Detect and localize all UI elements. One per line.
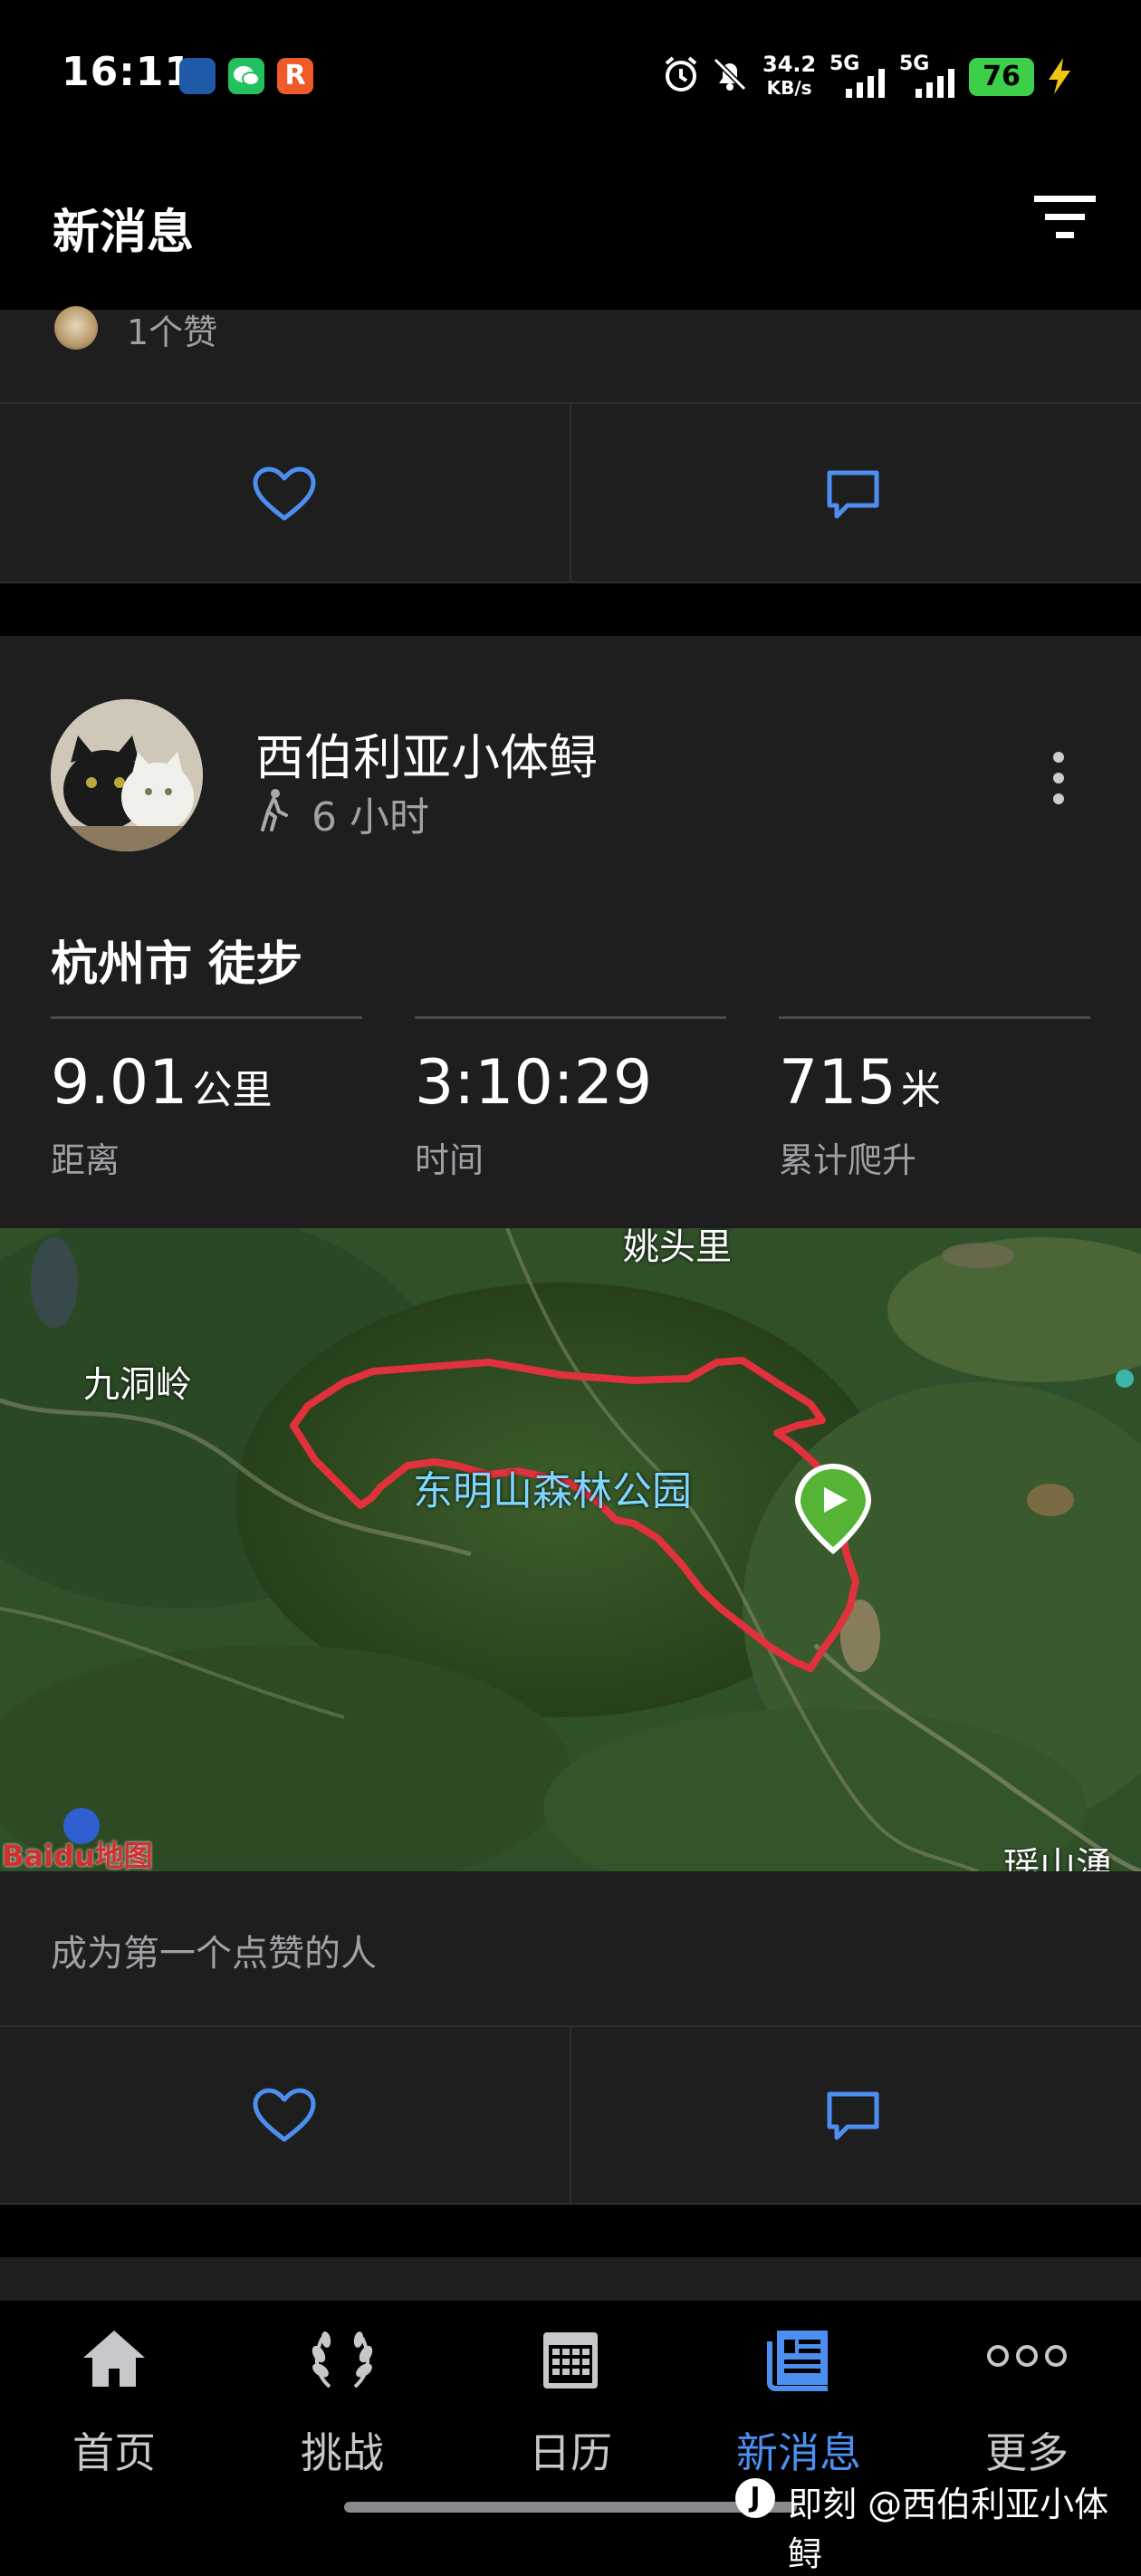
nav-newsfeed[interactable] xyxy=(685,2323,913,2399)
more-dots-icon xyxy=(987,2345,1067,2367)
stat-divider xyxy=(779,1016,1090,1019)
calendar-icon xyxy=(543,2332,598,2389)
stat-elevation: 715 米 xyxy=(779,1047,941,1119)
filter-icon[interactable] xyxy=(1032,192,1098,250)
alarm-icon xyxy=(659,53,703,100)
stat-value: 3:10:29 xyxy=(415,1047,653,1119)
stat-value: 9.01 xyxy=(51,1047,188,1119)
divider xyxy=(0,2203,1141,2205)
avatar[interactable] xyxy=(54,306,98,350)
author-avatar[interactable] xyxy=(51,699,203,851)
stat-time: 3:10:29 xyxy=(415,1047,652,1119)
like-prompt[interactable]: 成为第一个点赞的人 xyxy=(51,1924,377,1976)
home-indicator[interactable] xyxy=(344,2502,797,2513)
stat-value: 715 xyxy=(779,1047,896,1119)
next-activity-card xyxy=(0,2257,1141,2301)
more-options-icon[interactable] xyxy=(1041,748,1076,808)
home-icon xyxy=(83,2331,145,2387)
map-label: 九洞岭 xyxy=(83,1364,192,1406)
watermark: 即刻 @西伯利亚小体鲟 xyxy=(788,2485,1109,2574)
nav-home[interactable] xyxy=(0,2323,228,2399)
battery-icon: 76 xyxy=(969,58,1034,96)
nav-label[interactable]: 首页 xyxy=(0,2420,228,2480)
stat-unit: 米 xyxy=(900,1067,941,1113)
newsfeed-icon xyxy=(767,2331,828,2391)
signal-icon xyxy=(899,65,963,101)
hiking-icon xyxy=(259,788,292,835)
signal-icon xyxy=(829,65,893,101)
post-time: 6 小时 xyxy=(312,794,429,841)
stat-unit: 公里 xyxy=(192,1067,273,1113)
status-time: 16:11 xyxy=(62,49,194,95)
map-label-clipped: 瑶山湧 xyxy=(1003,1848,1112,1871)
map-label: 姚头里 xyxy=(623,1226,732,1268)
nav-label[interactable]: 日历 xyxy=(456,2420,685,2480)
wechat-icon xyxy=(228,58,264,94)
route-map[interactable] xyxy=(0,1228,1141,1871)
stat-divider xyxy=(415,1016,726,1019)
baidu-map-logo: Baidu地图 xyxy=(2,1839,153,1873)
charging-bolt-icon xyxy=(1043,56,1076,100)
app-r-icon: R xyxy=(277,58,313,94)
comment-button[interactable] xyxy=(824,466,882,527)
author-name[interactable]: 西伯利亚小体鲟 xyxy=(255,717,598,789)
divider xyxy=(570,404,571,583)
stat-divider xyxy=(51,1016,362,1019)
network-speed: 34.2 KB/s xyxy=(762,52,817,99)
nav-calendar[interactable] xyxy=(456,2323,685,2399)
nav-label[interactable]: 挑战 xyxy=(228,2420,456,2480)
like-button[interactable] xyxy=(250,466,319,527)
page-title: 新消息 xyxy=(53,206,195,260)
jike-logo-icon: J xyxy=(735,2478,775,2518)
app-notification-icon xyxy=(179,58,216,94)
stat-label: 累计爬升 xyxy=(779,1140,917,1180)
nav-label[interactable]: 更多 xyxy=(913,2420,1141,2480)
laurel-icon xyxy=(312,2331,373,2389)
map-label: 东明山森林公园 xyxy=(413,1468,692,1514)
comment-button[interactable] xyxy=(824,2087,882,2148)
stat-label: 时间 xyxy=(415,1140,484,1180)
stat-label: 距离 xyxy=(51,1140,120,1180)
nav-challenges[interactable] xyxy=(228,2323,456,2399)
like-button[interactable] xyxy=(250,2087,319,2148)
nav-label[interactable]: 新消息 xyxy=(685,2420,913,2480)
divider xyxy=(570,2027,571,2205)
likes-count[interactable]: 1个赞 xyxy=(127,304,217,354)
mute-bell-icon xyxy=(708,53,752,100)
stat-distance: 9.01 公里 xyxy=(51,1047,273,1119)
divider xyxy=(0,582,1141,583)
nav-more[interactable] xyxy=(913,2323,1141,2399)
activity-title[interactable]: 杭州市 徒步 xyxy=(51,926,302,994)
